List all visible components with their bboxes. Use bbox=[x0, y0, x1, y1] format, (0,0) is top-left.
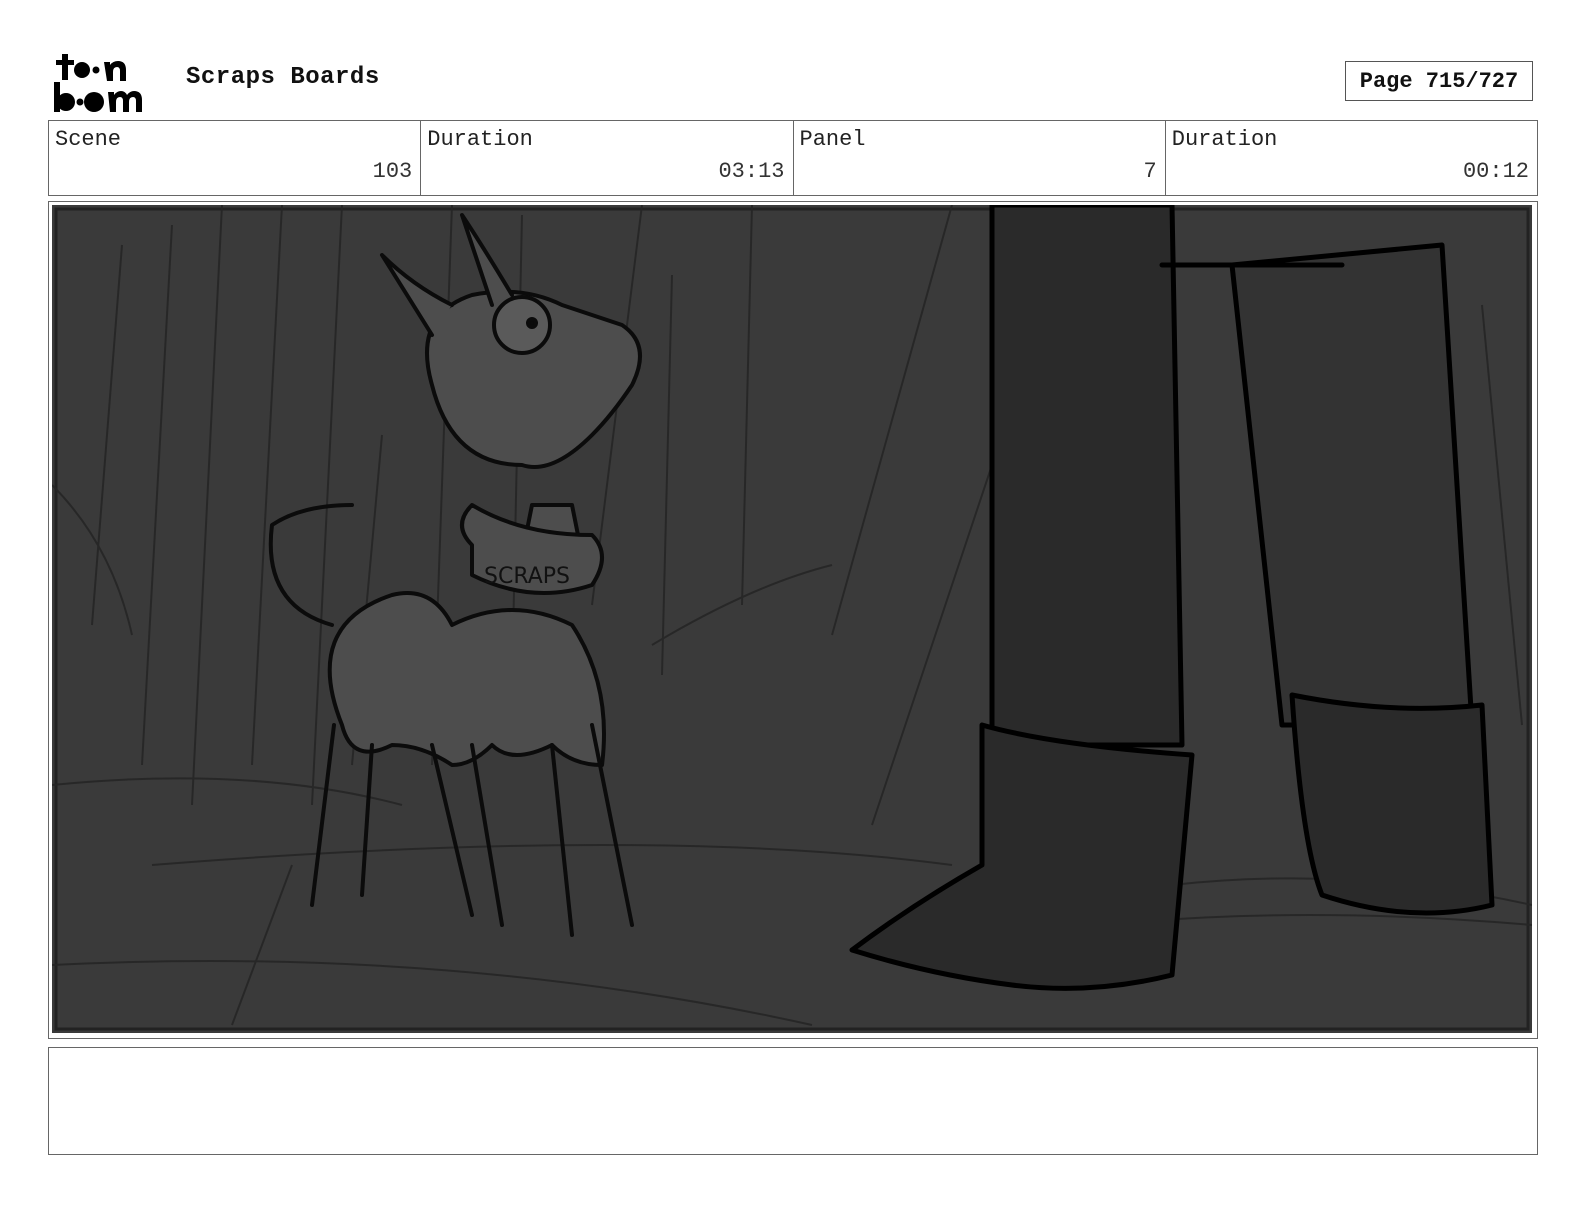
panel-duration-cell: Duration 00:12 bbox=[1166, 121, 1537, 195]
panel-cell: Panel 7 bbox=[794, 121, 1166, 195]
scene-cell: Scene 103 bbox=[49, 121, 422, 195]
panel-label: Panel bbox=[799, 127, 866, 152]
page-indicator: Page 715/727 bbox=[1345, 61, 1533, 101]
scene-duration-label: Duration bbox=[427, 127, 533, 152]
panel-notes-box bbox=[48, 1047, 1538, 1155]
panel-value: 7 bbox=[1143, 159, 1157, 184]
board-title: Scraps Boards bbox=[186, 64, 380, 91]
panel-duration-value: 00:12 bbox=[1462, 159, 1529, 184]
scene-label: Scene bbox=[55, 127, 122, 152]
collar-text: SCRAPS bbox=[484, 564, 570, 589]
storyboard-panel-image: SCRAPS bbox=[52, 205, 1532, 1033]
panel-info-row: Scene 103 Duration 03:13 Panel 7 Duratio… bbox=[48, 120, 1538, 196]
storyboard-panel-frame: SCRAPS bbox=[48, 201, 1538, 1039]
toon-boom-logo bbox=[54, 54, 142, 112]
scene-duration-cell: Duration 03:13 bbox=[421, 121, 794, 195]
scene-duration-value: 03:13 bbox=[718, 159, 785, 184]
scene-value: 103 bbox=[372, 159, 413, 184]
panel-duration-label: Duration bbox=[1171, 127, 1278, 152]
